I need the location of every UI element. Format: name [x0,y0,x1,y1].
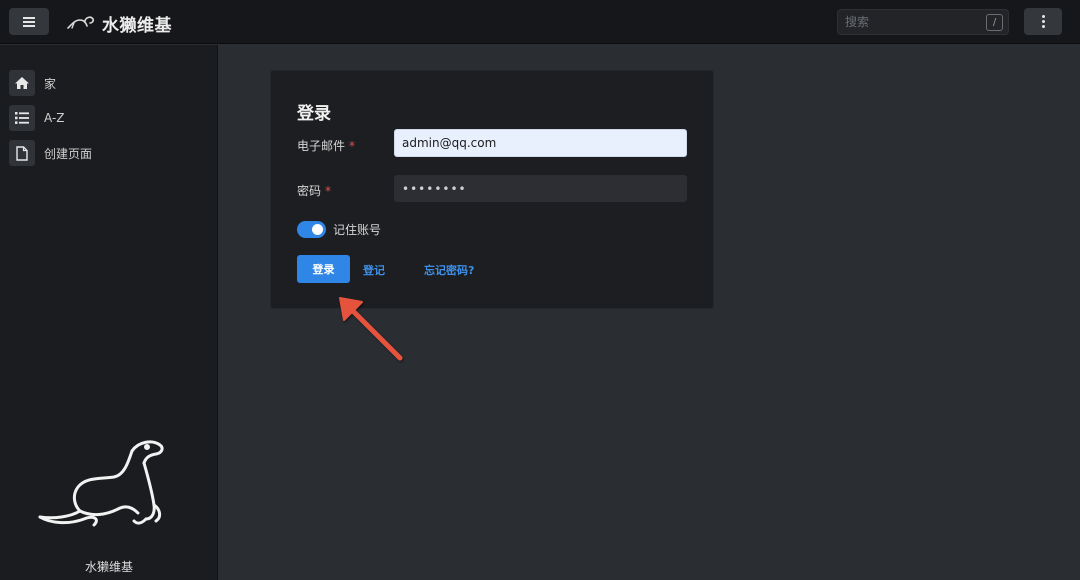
email-label-text: 电子邮件 [297,139,346,153]
sidebar: 家 A-Z 创建页面 水獭维基 [0,45,218,580]
menu-button[interactable] [9,8,49,35]
sidebar-item-a-z[interactable]: A-Z [9,105,65,131]
kebab-menu-icon [1041,15,1045,18]
annotation-arrow-icon [339,297,403,361]
sidebar-item-label: 家 [44,76,57,91]
more-options-button[interactable] [1024,8,1062,35]
toggle-knob [312,224,323,235]
sidebar-item-label: A-Z [44,111,65,125]
required-marker: * [349,139,356,153]
otter-mascot-logo-icon [38,440,164,527]
login-card: 登录 电子邮件* 密码* 记住账号 登录 登记 忘记密码? [270,70,714,309]
password-field[interactable] [394,175,687,202]
forgot-password-link[interactable]: 忘记密码? [424,262,474,278]
home-icon [9,70,35,96]
search-shortcut-hint: / [986,14,1003,31]
search-input[interactable] [838,10,978,34]
top-bar: 水獭维基 / [0,0,1080,44]
register-link[interactable]: 登记 [363,262,385,278]
login-button[interactable]: 登录 [297,255,350,283]
remember-me-toggle[interactable] [297,221,326,238]
email-label: 电子邮件 * [297,137,355,154]
sidebar-item-label: 创建页面 [44,146,93,161]
password-label: 密码 * [297,182,331,199]
search-box[interactable]: / [837,9,1009,35]
app-title[interactable]: 水獭维基 [102,11,172,36]
required-marker: * [325,184,332,198]
password-label-text: 密码 [297,184,322,198]
email-field[interactable] [394,129,687,157]
sidebar-item-create-page[interactable]: 创建页面 [9,140,92,166]
list-icon [9,105,35,131]
hamburger-icon [23,16,35,27]
otter-logo-icon[interactable] [66,12,96,32]
sidebar-footer-title: 水獭维基 [84,560,133,574]
login-title: 登录 [297,104,331,124]
remember-me-label[interactable]: 记住账号 [333,221,381,238]
document-icon [9,140,35,166]
sidebar-item-home[interactable]: 家 [9,70,56,96]
